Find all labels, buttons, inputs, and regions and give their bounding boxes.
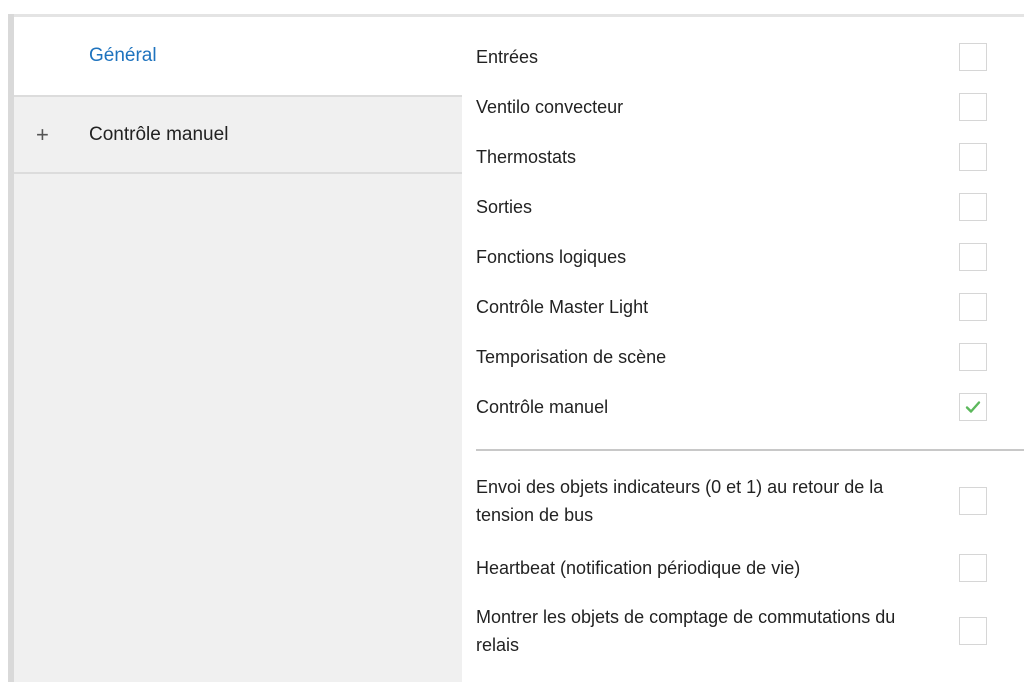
- sidebar-item-label: Contrôle manuel: [89, 123, 229, 145]
- entrees-checkbox[interactable]: [959, 43, 987, 71]
- plus-icon[interactable]: +: [36, 123, 49, 146]
- option-label: Entrées: [476, 47, 539, 67]
- section-divider: [476, 449, 1024, 451]
- checkmark-icon: [965, 401, 981, 413]
- option-label: Montrer les objets de comptage de commut…: [476, 607, 896, 655]
- sidebar: Général + Contrôle manuel: [14, 17, 462, 682]
- option-row-comptage-commutations: Montrer les objets de comptage de commut…: [476, 599, 1024, 663]
- option-row-entrees: Entrées: [476, 37, 1024, 77]
- option-label: Contrôle Master Light: [476, 297, 649, 317]
- option-label: Temporisation de scène: [476, 347, 667, 367]
- controle-manuel-checkbox[interactable]: [959, 393, 987, 421]
- option-row-thermostats: Thermostats: [476, 137, 1024, 177]
- option-row-master-light: Contrôle Master Light: [476, 287, 1024, 327]
- option-label: Ventilo convecteur: [476, 97, 624, 117]
- option-row-controle-manuel: Contrôle manuel: [476, 387, 1024, 427]
- master-light-checkbox[interactable]: [959, 293, 987, 321]
- option-label: Thermostats: [476, 147, 577, 167]
- option-label: Heartbeat (notification périodique de vi…: [476, 558, 801, 578]
- settings-panel: Entrées Ventilo convecteur Thermostats S…: [462, 17, 1024, 682]
- option-label: Contrôle manuel: [476, 397, 609, 417]
- option-label: Sorties: [476, 197, 533, 217]
- heartbeat-checkbox[interactable]: [959, 554, 987, 582]
- option-row-ventilo: Ventilo convecteur: [476, 87, 1024, 127]
- comptage-commutations-checkbox[interactable]: [959, 617, 987, 645]
- option-row-temporisation: Temporisation de scène: [476, 337, 1024, 377]
- temporisation-scene-checkbox[interactable]: [959, 343, 987, 371]
- fonctions-logiques-checkbox[interactable]: [959, 243, 987, 271]
- sidebar-item-general[interactable]: Général: [14, 17, 462, 97]
- envoi-indicateurs-checkbox[interactable]: [959, 487, 987, 515]
- thermostats-checkbox[interactable]: [959, 143, 987, 171]
- option-row-heartbeat: Heartbeat (notification périodique de vi…: [476, 548, 1024, 588]
- sidebar-item-label: Général: [89, 45, 157, 66]
- option-row-sorties: Sorties: [476, 187, 1024, 227]
- sorties-checkbox[interactable]: [959, 193, 987, 221]
- ventilo-convecteur-checkbox[interactable]: [959, 93, 987, 121]
- sidebar-item-controle-manuel[interactable]: + Contrôle manuel: [14, 97, 462, 174]
- option-label: Fonctions logiques: [476, 247, 627, 267]
- option-row-fonctions-logiques: Fonctions logiques: [476, 237, 1024, 277]
- option-row-envoi-indicateurs: Envoi des objets indicateurs (0 et 1) au…: [476, 469, 1024, 533]
- option-label: Envoi des objets indicateurs (0 et 1) au…: [476, 477, 884, 525]
- app-window: Général + Contrôle manuel Entrées Ventil…: [0, 0, 1024, 682]
